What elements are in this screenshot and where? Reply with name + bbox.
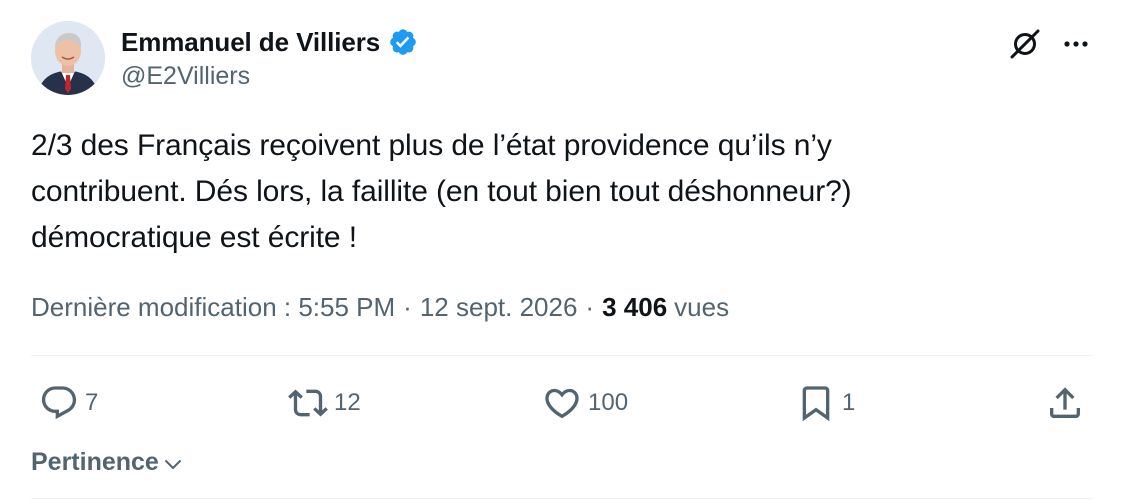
tweet-text-line: démocratique est écrite ! (31, 221, 357, 254)
reply-count: 7 (85, 389, 99, 416)
reply-sort-dropdown[interactable]: Pertinence (31, 442, 185, 482)
views-count: 3 406 (602, 291, 668, 322)
bookmark-button[interactable]: 1 (796, 381, 855, 425)
like-button[interactable]: 100 (542, 381, 628, 425)
chevron-down-icon (164, 460, 181, 469)
tweet-date[interactable]: 12 sept. 2026 (420, 292, 578, 323)
tweet-text: 2/3 des Français reçoivent plus de l’éta… (31, 123, 1091, 261)
tweet-text-line: contribuent. Dés lors, la faillite (en t… (31, 175, 852, 208)
author-name-row: Emmanuel de Villiers (121, 22, 418, 62)
like-icon (545, 388, 579, 419)
meta-separator: · (403, 291, 412, 322)
bookmark-icon (802, 386, 830, 422)
repost-button[interactable]: 12 (288, 381, 361, 425)
views-label: vues (674, 291, 730, 322)
avatar[interactable] (31, 21, 105, 95)
reply-icon (41, 386, 77, 420)
author-handle[interactable]: @E2Villiers (121, 62, 250, 91)
reply-button[interactable]: 7 (39, 381, 98, 425)
repost-count: 12 (334, 389, 361, 416)
author-display-name[interactable]: Emmanuel de Villiers (121, 27, 380, 58)
repost-icon (288, 389, 328, 417)
meta-separator: · (585, 291, 595, 322)
divider (31, 498, 1093, 499)
more-icon[interactable] (1058, 26, 1094, 62)
divider (31, 355, 1093, 356)
verified-badge-icon[interactable] (388, 27, 418, 57)
tweet-text-line: 2/3 des Français reçoivent plus de l’éta… (31, 129, 832, 162)
edited-timestamp[interactable]: Dernière modification : 5:55 PM (31, 292, 395, 323)
bookmark-count: 1 (842, 389, 856, 416)
tweet-meta: Dernière modification : 5:55 PM · 12 sep… (31, 287, 729, 327)
grok-icon[interactable] (1007, 26, 1043, 62)
share-button[interactable] (1045, 381, 1085, 425)
like-count: 100 (588, 389, 629, 416)
share-icon (1050, 387, 1080, 418)
sort-label: Pertinence (31, 447, 159, 476)
